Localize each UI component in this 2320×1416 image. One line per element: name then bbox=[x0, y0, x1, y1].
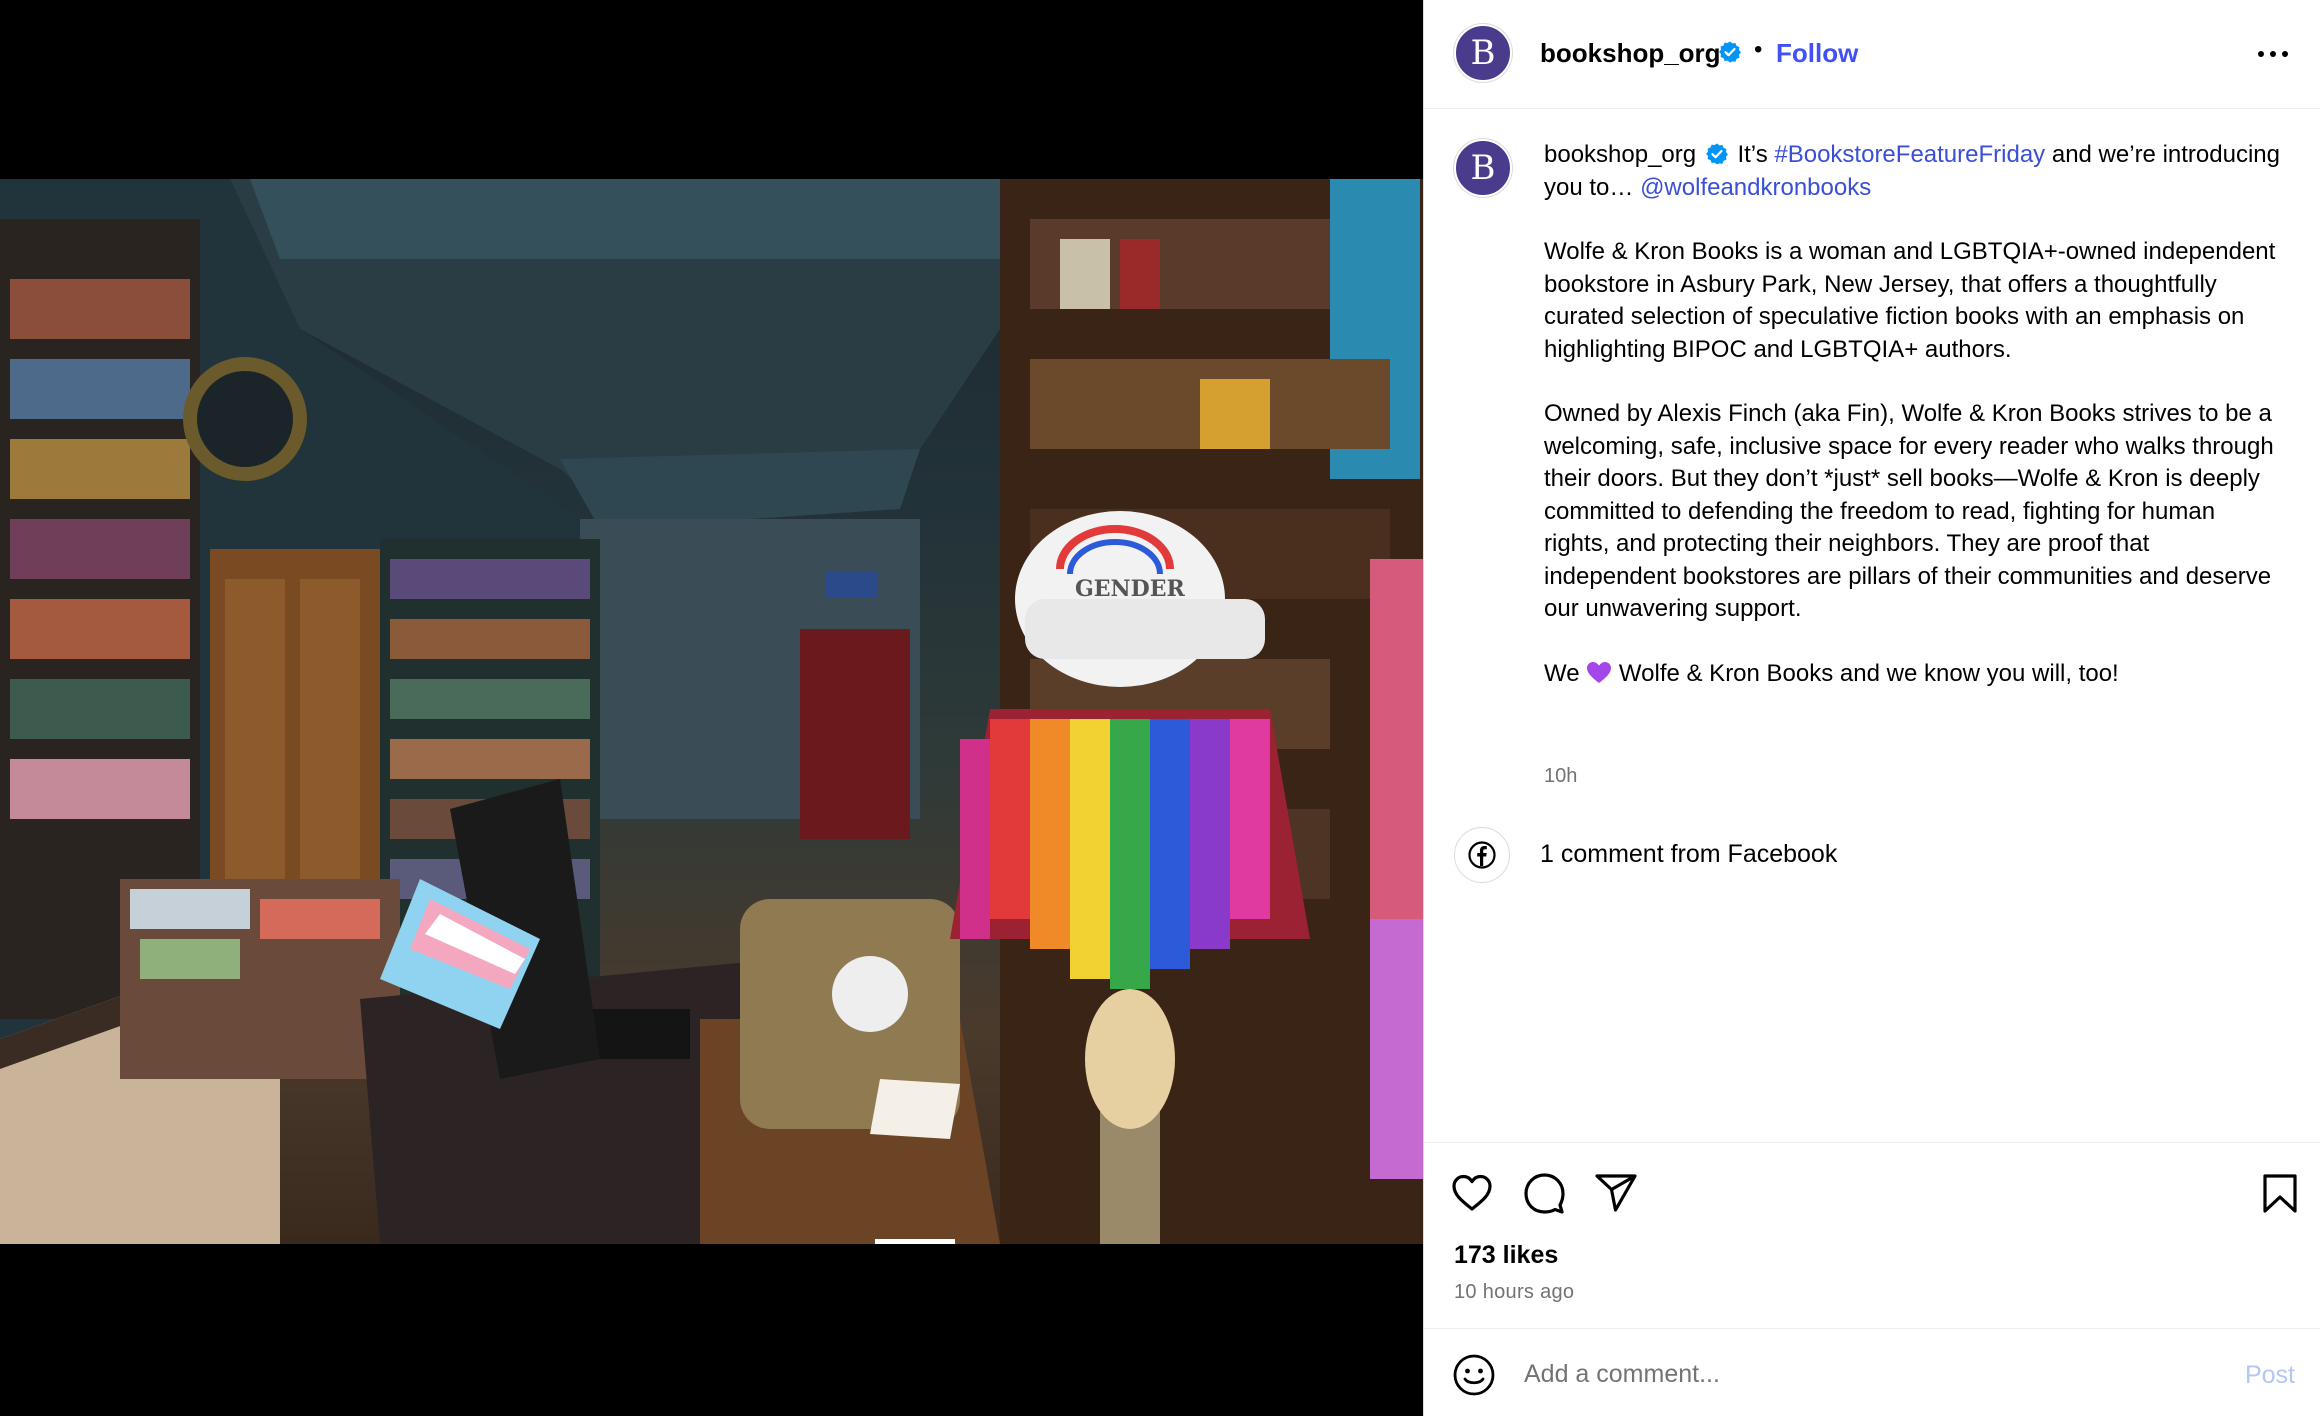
post-sidebar: B bookshop_org • Follow B bookshop_org I… bbox=[1423, 0, 2320, 1416]
verified-badge-icon bbox=[1705, 143, 1728, 165]
caption-paragraph-1: Wolfe & Kron Books is a woman and LGBTQI… bbox=[1544, 238, 2276, 363]
caption-intro-before: It’s bbox=[1737, 141, 1768, 168]
hashtag-link[interactable]: #BookstoreFeatureFriday bbox=[1774, 141, 2045, 168]
profile-avatar[interactable]: B bbox=[1454, 24, 1512, 82]
post-time-ago[interactable]: 10 hours ago bbox=[1454, 1281, 1574, 1304]
purple-heart-icon bbox=[1587, 661, 1612, 683]
caption-paragraph-3-after: Wolfe & Kron Books and we know you will,… bbox=[1618, 659, 2119, 687]
header-username[interactable]: bookshop_org bbox=[1540, 38, 1721, 69]
photo-illustration: GENDER bbox=[0, 179, 1423, 1244]
cap-text: GENDER bbox=[1075, 576, 1186, 602]
caption-timestamp[interactable]: 10h bbox=[1544, 765, 1577, 788]
caption-paragraph-3-before: We bbox=[1544, 659, 1580, 687]
mention-link[interactable]: @wolfeandkronbooks bbox=[1640, 174, 1871, 201]
comment-input[interactable] bbox=[1524, 1349, 2184, 1399]
likes-count[interactable]: 173 likes bbox=[1454, 1241, 1558, 1270]
verified-badge-icon bbox=[1719, 41, 1741, 63]
caption-username[interactable]: bookshop_org bbox=[1544, 141, 1696, 168]
comment-bar: Post bbox=[1424, 1328, 2320, 1416]
post-caption: B bookshop_org It’s #BookstoreFeatureFri… bbox=[1424, 109, 2320, 787]
comment-icon[interactable] bbox=[1520, 1169, 1568, 1217]
bookstore-interior-photo[interactable]: GENDER bbox=[0, 179, 1423, 1244]
more-options-icon[interactable] bbox=[2255, 44, 2291, 64]
post-media: GENDER bbox=[0, 0, 1423, 1416]
header-separator: • bbox=[1754, 36, 1763, 63]
caption-paragraph-2: Owned by Alexis Finch (aka Fin), Wolfe &… bbox=[1544, 400, 2274, 622]
heart-icon[interactable] bbox=[1448, 1169, 1496, 1217]
facebook-comments-label[interactable]: 1 comment from Facebook bbox=[1540, 840, 1837, 869]
follow-button[interactable]: Follow bbox=[1776, 38, 1858, 69]
avatar-letter: B bbox=[1470, 148, 1496, 188]
bookmark-icon[interactable] bbox=[2256, 1169, 2304, 1217]
caption-body: bookshop_org It’s #BookstoreFeatureFrida… bbox=[1544, 139, 2284, 722]
post-comment-button[interactable]: Post bbox=[2245, 1361, 2295, 1390]
facebook-comments-row[interactable]: 1 comment from Facebook bbox=[1454, 826, 1837, 884]
facebook-icon bbox=[1454, 827, 1510, 883]
caption-avatar[interactable]: B bbox=[1454, 139, 1512, 197]
avatar-letter: B bbox=[1470, 33, 1496, 73]
share-icon[interactable] bbox=[1592, 1169, 1640, 1217]
post-header: B bookshop_org • Follow bbox=[1424, 0, 2320, 109]
emoji-icon[interactable] bbox=[1452, 1353, 1496, 1397]
